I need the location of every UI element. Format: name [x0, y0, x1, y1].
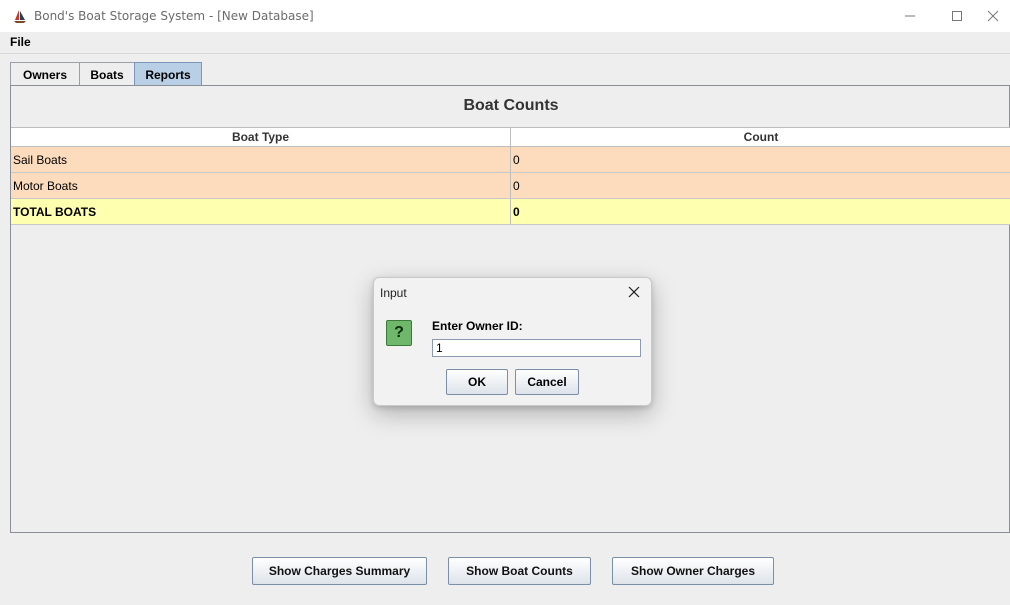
- cell-boat-type: Motor Boats: [11, 173, 511, 198]
- show-charges-summary-button[interactable]: Show Charges Summary: [252, 557, 427, 585]
- title-bar: Bond's Boat Storage System - [New Databa…: [0, 0, 1010, 32]
- cell-count: 0: [513, 204, 520, 219]
- tab-strip: Owners Boats Reports: [10, 62, 202, 86]
- input-dialog: Input ? Enter Owner ID: OK Cancel: [373, 277, 652, 406]
- tab-reports[interactable]: Reports: [134, 62, 202, 86]
- dialog-title: Input: [380, 286, 407, 300]
- cell-count: 0: [513, 152, 520, 167]
- show-boat-counts-button[interactable]: Show Boat Counts: [448, 557, 591, 585]
- table-row[interactable]: Sail Boats 0: [11, 147, 1010, 173]
- window-title: Bond's Boat Storage System - [New Databa…: [34, 9, 314, 23]
- maximize-icon[interactable]: [940, 0, 974, 32]
- tab-boats[interactable]: Boats: [79, 62, 135, 86]
- owner-id-input[interactable]: [432, 339, 641, 357]
- cell-boat-type: Sail Boats: [11, 147, 511, 172]
- report-title: Boat Counts: [463, 97, 559, 114]
- tab-owners[interactable]: Owners: [10, 62, 80, 86]
- boat-counts-table: Boat Type Count Sail Boats 0 Motor Boats…: [11, 127, 1010, 225]
- menu-bar: File: [0, 32, 1010, 54]
- column-header-count[interactable]: Count: [511, 128, 1010, 146]
- cell-count: 0: [513, 178, 520, 193]
- column-header-boat-type[interactable]: Boat Type: [11, 128, 511, 146]
- table-row[interactable]: Motor Boats 0: [11, 173, 1010, 199]
- cell-boat-type: TOTAL BOATS: [11, 199, 511, 224]
- table-row-total[interactable]: TOTAL BOATS 0: [11, 199, 1010, 225]
- menu-file[interactable]: File: [10, 35, 31, 49]
- ok-button[interactable]: OK: [446, 369, 508, 395]
- app-icon: [12, 8, 28, 24]
- cancel-button[interactable]: Cancel: [515, 369, 579, 395]
- table-header: Boat Type Count: [11, 127, 1010, 147]
- dialog-close-icon[interactable]: [625, 283, 643, 301]
- close-icon[interactable]: [976, 0, 1010, 32]
- minimize-icon[interactable]: [893, 0, 927, 32]
- question-icon: ?: [386, 320, 412, 346]
- report-button-bar: Show Charges Summary Show Boat Counts Sh…: [0, 532, 1010, 605]
- prompt-label: Enter Owner ID:: [432, 319, 523, 333]
- show-owner-charges-button[interactable]: Show Owner Charges: [612, 557, 774, 585]
